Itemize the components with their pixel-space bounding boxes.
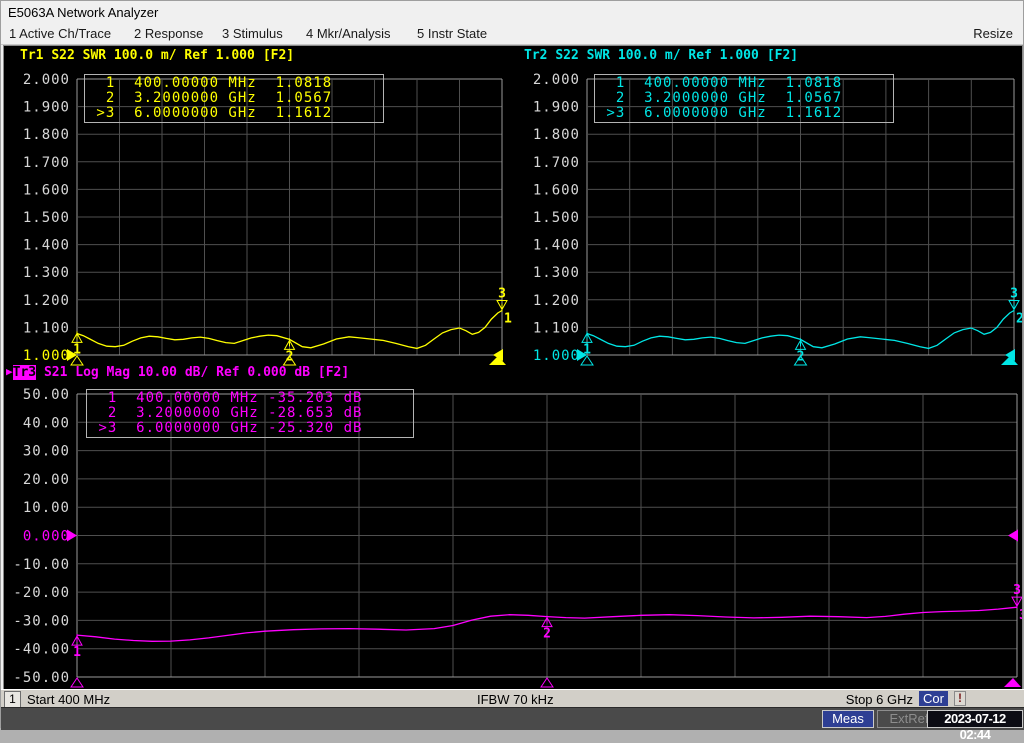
trace2-name: Tr2 — [524, 48, 547, 63]
y-axis-tick-label: -10.00 — [13, 557, 70, 573]
y-axis-tick-label: 50.00 — [23, 387, 70, 403]
alert-badge: ! — [954, 691, 966, 706]
trace2-measure: S22 SWR 100.0 m/ Ref 1.000 — [555, 48, 759, 63]
trace1-measure: S22 SWR 100.0 m/ Ref 1.000 — [51, 48, 255, 63]
y-axis-tick-label: 40.00 — [23, 415, 70, 431]
marker-readout-row: 2 3.2000000 GHz 1.0567 — [597, 91, 889, 106]
y-axis-tick-label: -40.00 — [13, 642, 70, 658]
y-axis-tick-label: 1.500 — [23, 210, 70, 226]
menu-mkr-analysis[interactable]: 4 Mkr/Analysis — [306, 26, 391, 41]
sweep-stop-label: Stop 6 GHz — [846, 692, 913, 707]
marker-stimulus-indicator — [541, 678, 553, 687]
y-axis-tick-label: 1.500 — [533, 210, 580, 226]
reference-level-arrow-left — [67, 530, 77, 542]
y-axis-tick-label: 1.200 — [23, 293, 70, 309]
y-axis-tick-label: 30.00 — [23, 444, 70, 460]
analyzer-screen: 2.000 1.900 1.800 1.700 1.600 1.500 1.400 1.300… — [3, 45, 1023, 690]
trace2-marker-readout: 1 400.00000 MHz 1.0818 2 3.2000000 GHz 1… — [594, 74, 894, 123]
menu-bar: 1 Active Ch/Trace 2 Response 3 Stimulus … — [1, 23, 1023, 45]
y-axis-tick-label: 1.900 — [23, 100, 70, 116]
trace-number-label: 1 — [504, 312, 512, 327]
menu-instr-state[interactable]: 5 Instr State — [417, 26, 487, 41]
trace3-measure: S21 Log Mag 10.00 dB/ Ref 0.000 dB — [44, 365, 310, 380]
marker-number-label: 1 — [73, 342, 81, 357]
meas-indicator: Meas — [822, 710, 874, 728]
channel-number-box: 1 — [4, 691, 21, 708]
marker-number-label: 1 — [73, 645, 81, 660]
y-axis-tick-label: 10.00 — [23, 500, 70, 516]
marker-number-label: 2 — [286, 349, 294, 364]
y-axis-tick-label: -30.00 — [13, 613, 70, 629]
y-axis-tick-label: 1.000 — [533, 348, 580, 364]
y-axis-tick-label: 1.300 — [23, 265, 70, 281]
trace1-format: [F2] — [263, 48, 294, 63]
menu-stimulus[interactable]: 3 Stimulus — [222, 26, 283, 41]
resize-button[interactable]: Resize — [973, 26, 1013, 41]
marker-readout-row: >3 6.0000000 GHz 1.1612 — [87, 106, 379, 121]
window-title: E5063A Network Analyzer — [8, 5, 158, 20]
trace-number-label: 3 — [1019, 608, 1022, 623]
analyzer-window: E5063A Network Analyzer 1 Active Ch/Trac… — [0, 0, 1024, 728]
marker-readout-row: 1 400.00000 MHz -35.203 dB — [89, 391, 409, 406]
active-trace-arrow-icon: ▶ — [6, 365, 13, 378]
y-axis-tick-label: 1.100 — [23, 320, 70, 336]
marker-readout-row: 2 3.2000000 GHz -28.653 dB — [89, 406, 409, 421]
ifbw-label: IFBW 70 kHz — [477, 692, 554, 707]
y-axis-tick-label: 1.600 — [533, 182, 580, 198]
marker-number-label: 3 — [498, 287, 506, 302]
marker-stimulus-indicator — [71, 678, 83, 687]
marker-number-label: 2 — [543, 627, 551, 642]
trace2-status-header[interactable]: Tr2 S22 SWR 100.0 m/ Ref 1.000 [F2] — [524, 48, 798, 64]
menu-response[interactable]: 2 Response — [134, 26, 203, 41]
y-axis-tick-label: 1.600 — [23, 182, 70, 198]
correction-badge: Cor — [919, 691, 948, 706]
y-axis-tick-label: 2.000 — [533, 72, 580, 88]
trace1-name: Tr1 — [20, 48, 43, 63]
sweep-start-label: Start 400 MHz — [27, 692, 110, 707]
y-axis-tick-label: 1.400 — [23, 238, 70, 254]
marker-stimulus-indicator-active — [1004, 678, 1021, 687]
title-bar: E5063A Network Analyzer — [1, 1, 1023, 23]
marker-number-label: 1 — [583, 342, 591, 357]
trace3-format: [F2] — [318, 365, 349, 380]
y-axis-tick-label: 1.300 — [533, 265, 580, 281]
y-axis-tick-label: -50.00 — [13, 670, 70, 686]
y-axis-tick-label: 1.800 — [533, 127, 580, 143]
y-axis-tick-label: 0.000 — [23, 529, 70, 545]
marker-number-label: 2 — [797, 349, 805, 364]
trace1-status-header[interactable]: Tr1 S22 SWR 100.0 m/ Ref 1.000 [F2] — [20, 48, 294, 64]
reference-level-arrow-right — [1008, 530, 1018, 542]
marker-stimulus-indicator-active — [1001, 356, 1018, 365]
y-axis-tick-label: 1.700 — [533, 155, 580, 171]
menu-active-ch-trace[interactable]: 1 Active Ch/Trace — [9, 26, 111, 41]
y-axis-tick-label: 1.400 — [533, 238, 580, 254]
y-axis-tick-label: 1.900 — [533, 100, 580, 116]
marker-number-label: 3 — [1013, 583, 1021, 598]
y-axis-tick-label: 1.800 — [23, 127, 70, 143]
channel-status-bar: 1 Start 400 MHz IFBW 70 kHz Stop 6 GHz C… — [1, 689, 1024, 708]
marker-readout-row: 1 400.00000 MHz 1.0818 — [597, 76, 889, 91]
trace3-name: Tr3 — [13, 365, 36, 380]
y-axis-tick-label: 1.100 — [533, 320, 580, 336]
trace-number-label: 2 — [1016, 312, 1022, 327]
trace1-marker-readout: 1 400.00000 MHz 1.0818 2 3.2000000 GHz 1… — [84, 74, 384, 123]
y-axis-tick-label: 20.00 — [23, 472, 70, 488]
y-axis-tick-label: 1.200 — [533, 293, 580, 309]
y-axis-tick-label: 1.000 — [23, 348, 70, 364]
y-axis-tick-label: 1.700 — [23, 155, 70, 171]
marker-readout-row: 2 3.2000000 GHz 1.0567 — [87, 91, 379, 106]
datetime-display: 2023-07-12 02:44 — [927, 710, 1023, 728]
marker-readout-row: >3 6.0000000 GHz 1.1612 — [597, 106, 889, 121]
marker-readout-row: >3 6.0000000 GHz -25.320 dB — [89, 421, 409, 436]
trace2-format: [F2] — [767, 48, 798, 63]
y-axis-tick-label: 2.000 — [23, 72, 70, 88]
marker-stimulus-indicator-active — [489, 356, 506, 365]
marker-readout-row: 1 400.00000 MHz 1.0818 — [87, 76, 379, 91]
trace3-status-header[interactable]: ▶Tr3 S21 Log Mag 10.00 dB/ Ref 0.000 dB … — [6, 365, 349, 381]
trace3-marker-readout: 1 400.00000 MHz -35.203 dB 2 3.2000000 G… — [86, 389, 414, 438]
y-axis-tick-label: -20.00 — [13, 585, 70, 601]
instrument-status-bar: Meas ExtRef 2023-07-12 02:44 — [1, 707, 1024, 730]
marker-number-label: 3 — [1010, 287, 1018, 302]
